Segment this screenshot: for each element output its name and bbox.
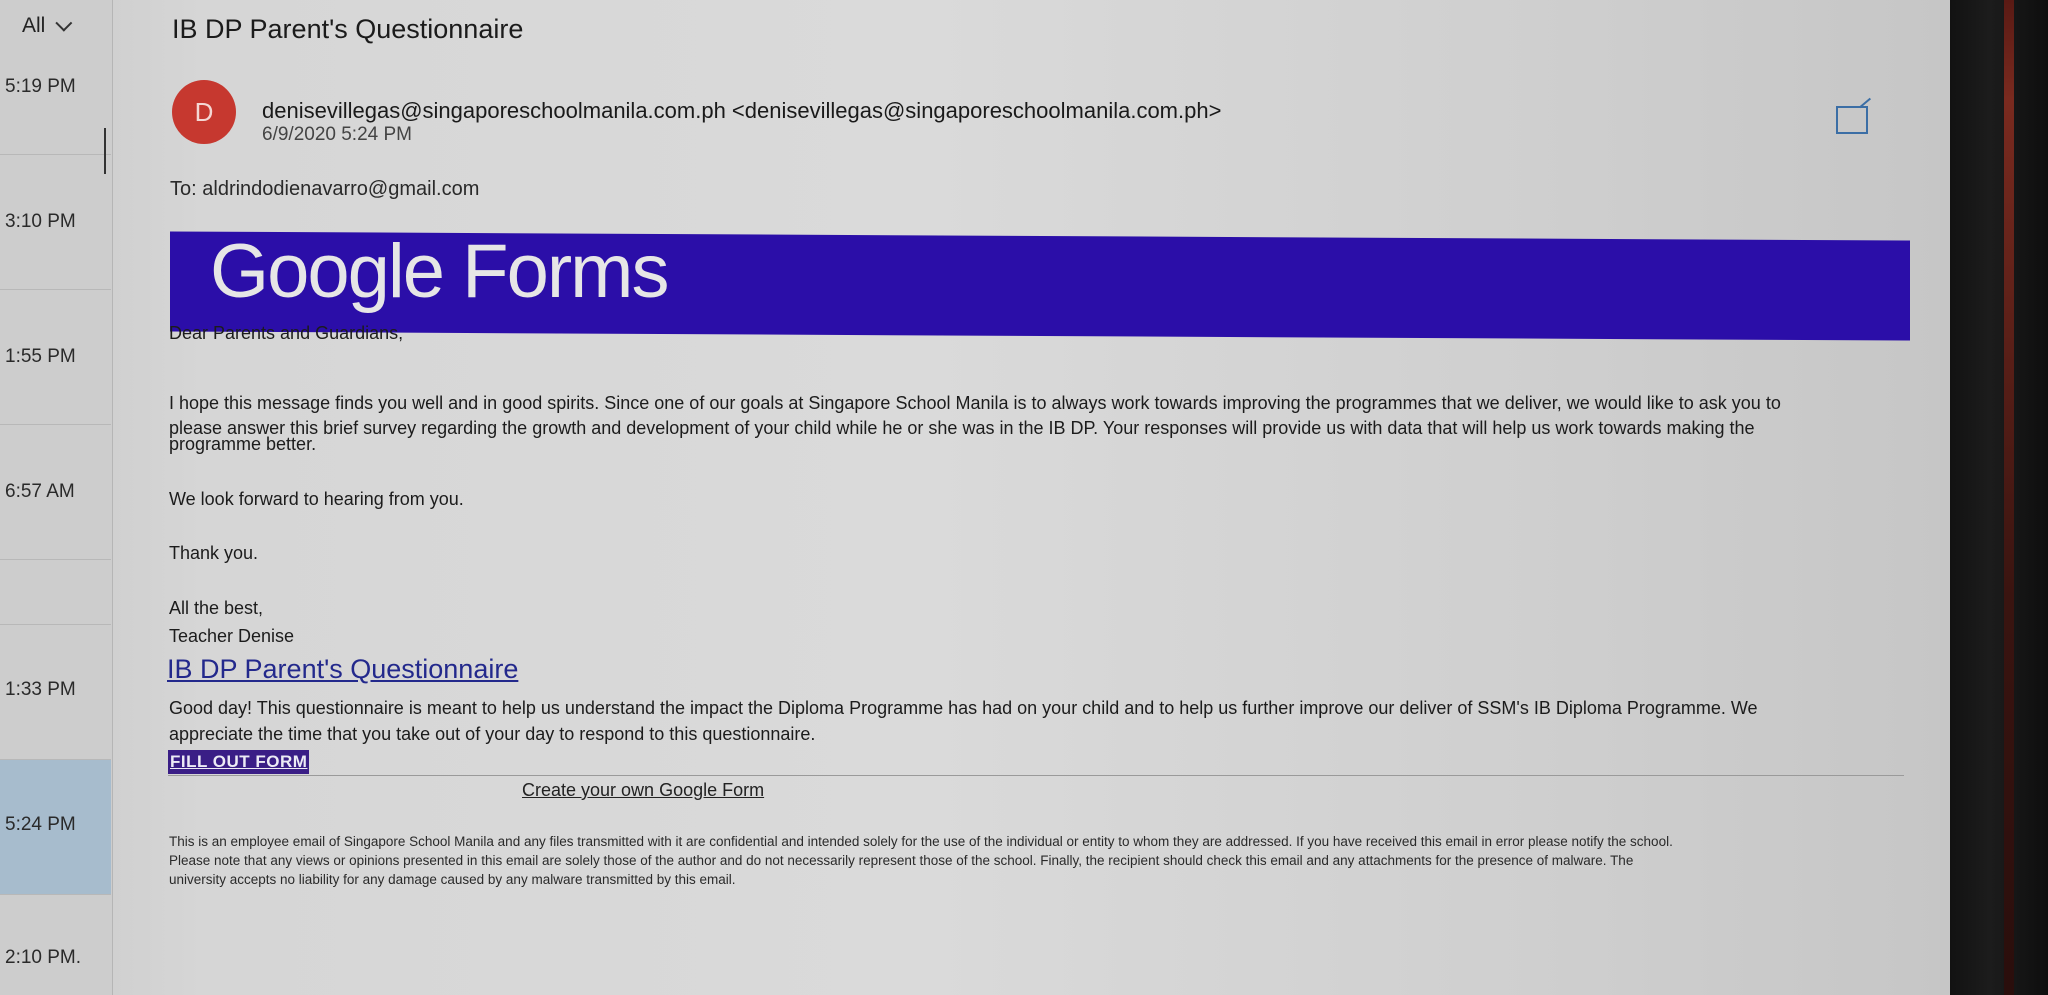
- email-subject: IB DP Parent's Questionnaire: [172, 14, 524, 44]
- list-item[interactable]: 5:19 PM: [0, 56, 111, 155]
- message-time: 1:33 PM: [5, 679, 76, 700]
- recipient-line: To: aldrindodienavarro@gmail.com: [170, 178, 479, 201]
- paragraph-line: We look forward to hearing from you.: [169, 489, 464, 509]
- disclaimer-line: university accepts no liability for any …: [169, 872, 736, 887]
- avatar: D: [172, 80, 236, 144]
- message-list: All 5:19 PM 3:10 PM 1:55 PM 6:57 AM 1:33…: [0, 0, 113, 995]
- signature-line: Teacher Denise: [169, 626, 295, 646]
- greeting: Dear Parents and Guardians,: [169, 323, 404, 343]
- to-label: To:: [170, 178, 197, 200]
- screen: All 5:19 PM 3:10 PM 1:55 PM 6:57 AM 1:33…: [0, 0, 2048, 995]
- fill-out-form-button[interactable]: FILL OUT FORM: [168, 750, 310, 774]
- message-time: 5:24 PM: [5, 814, 76, 835]
- message-time: 1:55 PM: [5, 346, 76, 367]
- disclaimer-line: Please note that any views or opinions p…: [169, 853, 1634, 868]
- list-item[interactable]: 3:10 PM: [0, 155, 111, 290]
- recipient-address[interactable]: aldrindodienavarro@gmail.com: [202, 178, 479, 200]
- open-in-new-window-icon[interactable]: [1836, 106, 1868, 134]
- form-title-link[interactable]: IB DP Parent's Questionnaire: [167, 654, 518, 685]
- list-item[interactable]: 1:33 PM: [0, 625, 111, 760]
- filter-dropdown[interactable]: All: [22, 14, 73, 38]
- divider: [168, 775, 1904, 776]
- list-item[interactable]: [0, 560, 111, 625]
- paragraph-line: programme better.: [169, 434, 317, 454]
- text-cursor: [104, 128, 106, 174]
- device-bezel: [1950, 0, 2048, 995]
- create-google-form-link[interactable]: Create your own Google Form: [522, 780, 764, 801]
- paragraph-line: I hope this message finds you well and i…: [169, 393, 1781, 413]
- message-time: 2:10 PM.: [5, 947, 82, 968]
- list-item-selected[interactable]: 5:24 PM: [0, 760, 111, 895]
- signoff-line: All the best,: [169, 598, 264, 618]
- message-time: 6:57 AM: [5, 481, 75, 502]
- list-item[interactable]: 2:10 PM.: [0, 895, 111, 995]
- form-description-line: appreciate the time that you take out of…: [169, 724, 816, 744]
- bezel-edge: [2004, 0, 2014, 995]
- list-item[interactable]: 6:57 AM: [0, 425, 111, 560]
- disclaimer: This is an employee email of Singapore S…: [169, 832, 1909, 889]
- filter-label: All: [22, 14, 46, 37]
- avatar-letter: D: [194, 96, 214, 127]
- sent-date: 6/9/2020 5:24 PM: [262, 124, 412, 145]
- chevron-down-icon: [55, 14, 73, 32]
- message-time: 5:19 PM: [5, 76, 76, 97]
- form-description-line: Good day! This questionnaire is meant to…: [169, 698, 1758, 718]
- list-item[interactable]: 1:55 PM: [0, 290, 111, 425]
- google-forms-logo: Google Forms: [210, 229, 669, 314]
- message-time: 3:10 PM: [5, 211, 76, 232]
- thanks-line: Thank you.: [169, 543, 259, 563]
- disclaimer-line: This is an employee email of Singapore S…: [169, 834, 1673, 849]
- paragraph-line: please answer this brief survey regardin…: [169, 418, 1755, 438]
- sender-address[interactable]: denisevillegas@singaporeschoolmanila.com…: [262, 98, 1221, 124]
